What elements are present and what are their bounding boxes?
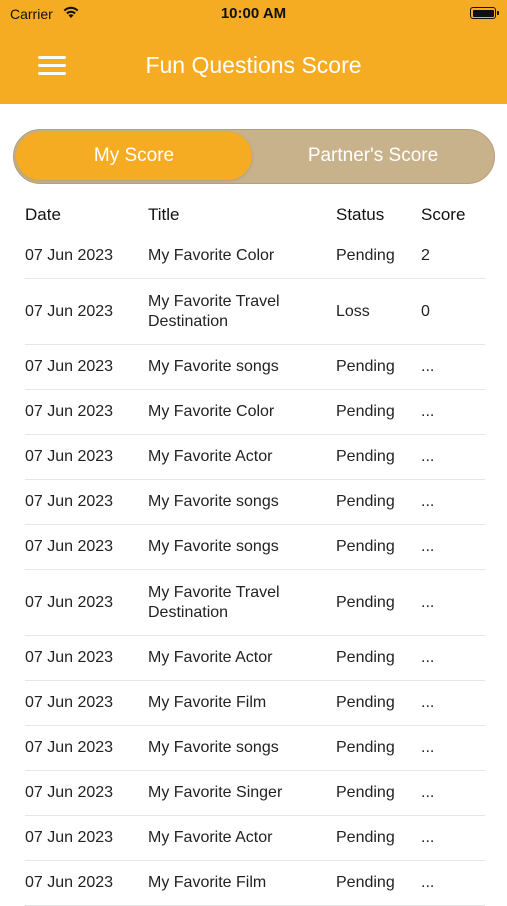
date-cell: 07 Jun 2023 xyxy=(25,874,114,891)
table-row[interactable]: 07 Jun 2023 My Favorite Actor Pending... xyxy=(25,816,485,861)
date-cell: 07 Jun 2023 xyxy=(25,247,114,264)
table-row[interactable]: 07 Jun 2023 My Favorite Color Pending... xyxy=(25,390,485,435)
table-row[interactable]: 07 Jun 2023 My Favorite Film Pending... xyxy=(25,681,485,726)
score-table: Date Title Status Score 07 Jun 2023 My Fa… xyxy=(0,196,507,906)
score-cell: ... xyxy=(421,784,435,801)
date-cell: 07 Jun 2023 xyxy=(25,694,114,711)
title-cell: My Favorite Color xyxy=(148,403,275,420)
column-header-title: Title xyxy=(148,205,180,224)
status-cell: Pending xyxy=(336,694,395,711)
date-cell: 07 Jun 2023 xyxy=(25,493,114,510)
column-header-date: Date xyxy=(25,205,61,224)
status-cell: Pending xyxy=(336,448,395,465)
date-cell: 07 Jun 2023 xyxy=(25,784,114,801)
table-row[interactable]: 07 Jun 2023 My Favorite Film Pending... xyxy=(25,861,485,906)
title-cell: My Favorite Actor xyxy=(148,829,273,846)
title-cell: My Favorite songs xyxy=(148,358,279,375)
table-row[interactable]: 07 Jun 2023 My Favorite Singer Pending... xyxy=(25,771,485,816)
date-cell: 07 Jun 2023 xyxy=(25,739,114,756)
score-cell: ... xyxy=(421,358,435,375)
score-cell: ... xyxy=(421,694,435,711)
date-cell: 07 Jun 2023 xyxy=(25,538,114,555)
score-cell: 0 xyxy=(421,302,430,320)
score-cell: ... xyxy=(421,593,435,611)
score-cell: ... xyxy=(421,403,435,420)
status-cell: Pending xyxy=(336,247,395,264)
score-cell: ... xyxy=(421,874,435,891)
date-cell: 07 Jun 2023 xyxy=(25,403,114,420)
title-cell: My Favorite songs xyxy=(148,538,279,555)
column-header-score: Score xyxy=(421,205,466,224)
table-row[interactable]: 07 Jun 2023 My Favorite Actor Pending... xyxy=(25,435,485,480)
status-cell: Pending xyxy=(336,403,395,420)
title-cell: My Favorite Actor xyxy=(148,649,273,666)
status-cell: Pending xyxy=(336,829,395,846)
status-cell: Pending xyxy=(336,358,395,375)
table-row[interactable]: 07 Jun 2023 My Favorite songs Pending... xyxy=(25,525,485,570)
battery-icon xyxy=(470,7,499,19)
title-cell: My Favorite songs xyxy=(148,493,279,510)
status-cell: Pending xyxy=(336,874,395,891)
score-cell: ... xyxy=(421,739,435,756)
table-body: 07 Jun 2023 My Favorite Color Pending 2 07 J… xyxy=(0,234,507,906)
date-cell: 07 Jun 2023 xyxy=(25,649,114,666)
table-row[interactable]: 07 Jun 2023 My Favorite songs Pending... xyxy=(25,480,485,525)
date-cell: 07 Jun 2023 xyxy=(25,358,114,375)
clock: 10:00 AM xyxy=(220,5,287,22)
table-row[interactable]: 07 Jun 2023 My Favorite Actor Pending... xyxy=(25,636,485,681)
score-cell: 2 xyxy=(421,247,430,264)
table-row[interactable]: 07 Jun 2023 My Favorite Travel Destinatio… xyxy=(25,570,485,636)
status-bar: Carrier 10:00 AM xyxy=(0,0,507,30)
table-row[interactable]: 07 Jun 2023 My Favorite Travel Destinatio… xyxy=(25,279,485,345)
title-cell: My Favorite Travel Destination xyxy=(148,292,280,330)
title-cell: My Favorite Travel Destination xyxy=(148,583,280,621)
score-cell: ... xyxy=(421,448,435,465)
table-header: Date Title Status Score xyxy=(0,196,507,234)
score-cell: ... xyxy=(421,649,435,666)
title-cell: My Favorite songs xyxy=(148,739,279,756)
date-cell: 07 Jun 2023 xyxy=(25,593,114,611)
title-cell: My Favorite Film xyxy=(148,874,267,891)
table-row[interactable]: 07 Jun 2023 My Favorite songs Pending... xyxy=(25,726,485,771)
app-header: Carrier 10:00 AM Fun Questions Score xyxy=(0,0,507,104)
status-cell: Pending xyxy=(336,739,395,756)
status-cell: Pending xyxy=(336,784,395,801)
title-cell: My Favorite Actor xyxy=(148,448,273,465)
status-cell: Loss xyxy=(336,302,370,320)
title-cell: My Favorite Film xyxy=(148,694,267,711)
table-row[interactable]: 07 Jun 2023 My Favorite songs Pending... xyxy=(25,345,485,390)
date-cell: 07 Jun 2023 xyxy=(25,448,114,465)
status-cell: Pending xyxy=(336,493,395,510)
date-cell: 07 Jun 2023 xyxy=(25,302,114,320)
date-cell: 07 Jun 2023 xyxy=(25,829,114,846)
status-cell: Pending xyxy=(336,593,395,611)
score-segment-control: My Score Partner's Score xyxy=(13,129,495,184)
status-cell: Pending xyxy=(336,649,395,666)
partner-score-tab[interactable]: Partner's Score xyxy=(254,132,492,180)
score-cell: ... xyxy=(421,538,435,555)
score-cell: ... xyxy=(421,829,435,846)
my-score-tab[interactable]: My Score xyxy=(16,132,252,180)
table-row[interactable]: 07 Jun 2023 My Favorite Color Pending 2 xyxy=(25,234,485,279)
title-cell: My Favorite Color xyxy=(148,247,275,264)
column-header-status: Status xyxy=(336,205,385,224)
title-cell: My Favorite Singer xyxy=(148,784,283,801)
score-cell: ... xyxy=(421,493,435,510)
page-title: Fun Questions Score xyxy=(145,52,362,78)
status-cell: Pending xyxy=(336,538,395,555)
